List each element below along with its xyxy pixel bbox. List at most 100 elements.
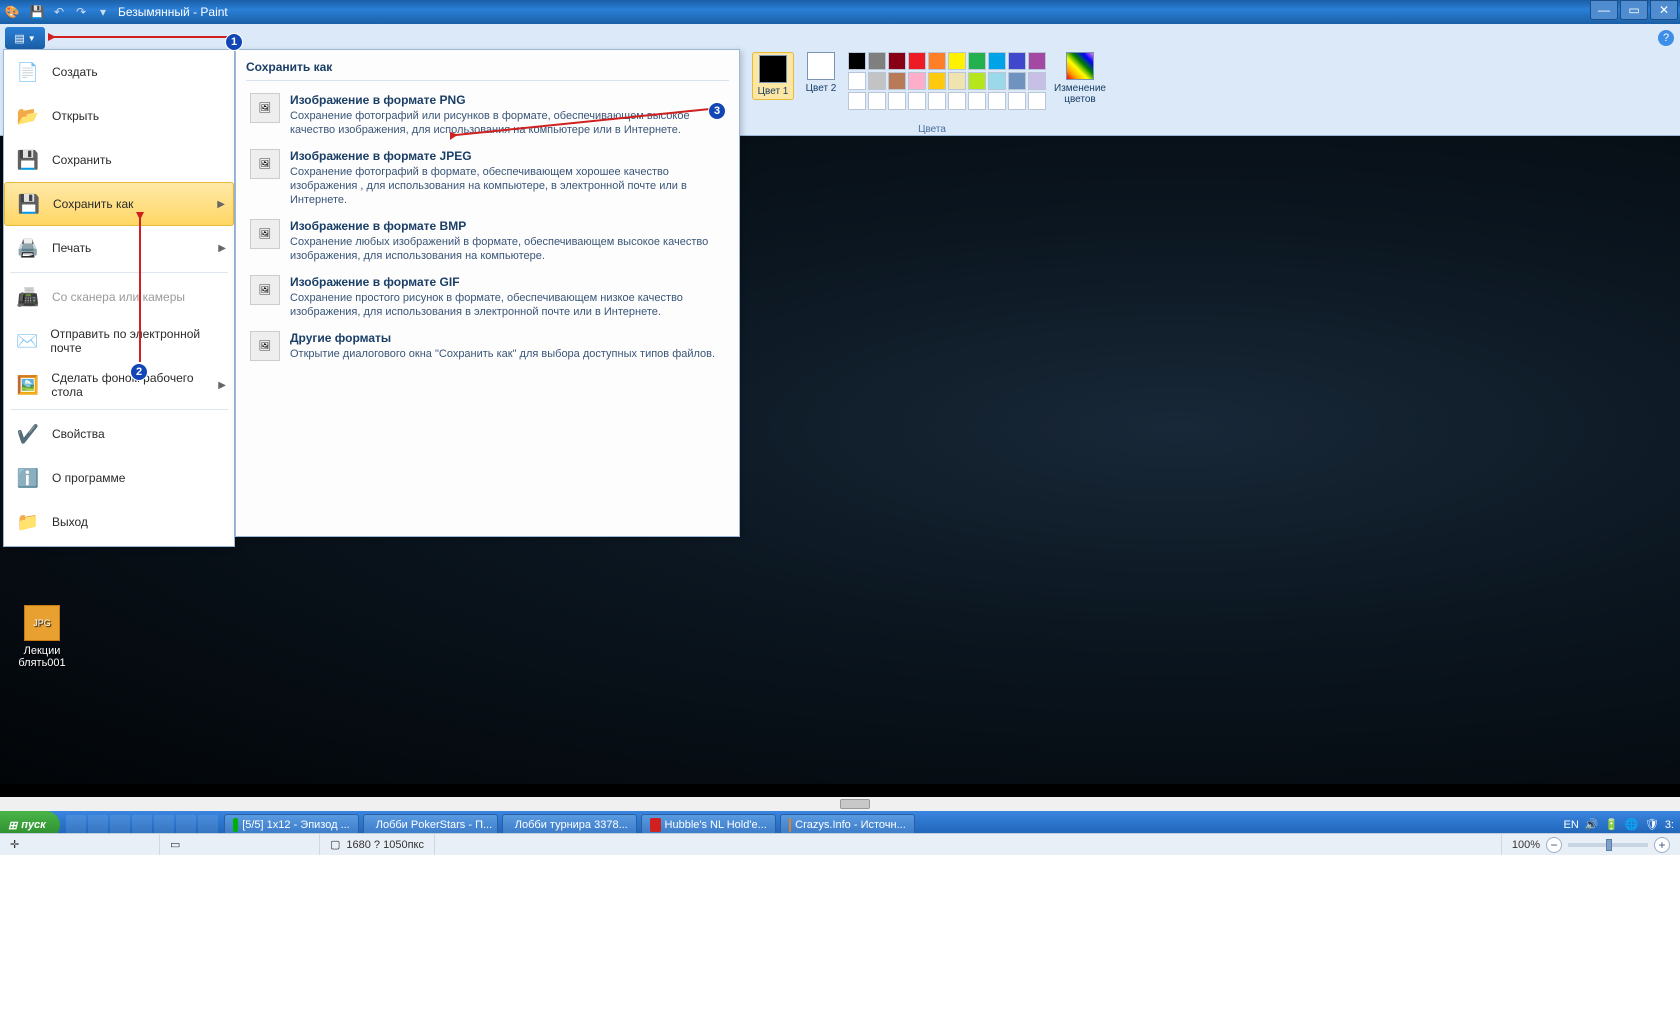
desktop-file[interactable]: JPG Лекции блять001 — [12, 605, 72, 669]
taskbar-app-icon — [789, 818, 791, 832]
qat-save-icon[interactable]: 💾 — [28, 3, 46, 21]
save-as-format-item[interactable]: 🖼Изображение в формате JPEGСохранение фо… — [246, 143, 729, 213]
submenu-title: Сохранить как — [246, 60, 729, 81]
menu-item-label: О программе — [52, 471, 125, 485]
scrollbar-thumb[interactable] — [840, 799, 870, 809]
ql-icon[interactable] — [110, 815, 130, 835]
color-swatch[interactable] — [908, 92, 926, 110]
color-swatch[interactable] — [868, 92, 886, 110]
color-swatch[interactable] — [928, 92, 946, 110]
color-swatch[interactable] — [1028, 72, 1046, 90]
minimize-button[interactable]: — — [1590, 0, 1618, 20]
file-menu-item[interactable]: ℹ️О программе — [4, 456, 234, 500]
save-as-format-item[interactable]: 🖼Изображение в формате PNGСохранение фот… — [246, 87, 729, 143]
format-description: Сохранение фотографий или рисунков в фор… — [290, 109, 725, 137]
taskbar-app-icon — [650, 818, 661, 832]
color-swatch[interactable] — [888, 52, 906, 70]
file-menu-item[interactable]: ✉️Отправить по электронной почте — [4, 319, 234, 363]
color-swatch[interactable] — [888, 72, 906, 90]
zoom-slider[interactable] — [1568, 843, 1648, 847]
color1-button[interactable]: Цвет 1 — [752, 52, 794, 100]
menu-item-icon: ✉️ — [14, 327, 40, 355]
color-swatch[interactable] — [1008, 72, 1026, 90]
color2-button[interactable]: Цвет 2 — [800, 52, 842, 94]
ql-icon[interactable] — [198, 815, 218, 835]
taskbar-app-icon — [233, 818, 238, 832]
format-description: Открытие диалогового окна "Сохранить как… — [290, 347, 715, 361]
color-swatch[interactable] — [988, 72, 1006, 90]
qat-undo-icon[interactable]: ↶ — [50, 3, 68, 21]
color2-swatch — [807, 52, 835, 80]
callout-2: 2 — [130, 363, 148, 381]
color-swatch[interactable] — [948, 52, 966, 70]
color-swatch[interactable] — [1028, 52, 1046, 70]
menu-item-label: Открыть — [52, 109, 99, 123]
save-as-format-item[interactable]: 🖼Другие форматыОткрытие диалогового окна… — [246, 325, 729, 367]
save-as-format-item[interactable]: 🖼Изображение в формате GIFСохранение про… — [246, 269, 729, 325]
ql-icon[interactable] — [176, 815, 196, 835]
color-swatch[interactable] — [868, 72, 886, 90]
color-swatch[interactable] — [948, 72, 966, 90]
color-swatch[interactable] — [928, 72, 946, 90]
status-bar: ✛ ▭ ▢ 1680 ? 1050пкс 100% − + — [0, 833, 1680, 855]
ql-icon[interactable] — [154, 815, 174, 835]
format-description: Сохранение простого рисунок в формате, о… — [290, 291, 725, 319]
qat-redo-icon[interactable]: ↷ — [72, 3, 90, 21]
save-as-format-item[interactable]: 🖼Изображение в формате BMPСохранение люб… — [246, 213, 729, 269]
ql-icon[interactable] — [88, 815, 108, 835]
color-swatch[interactable] — [928, 52, 946, 70]
ql-icon[interactable] — [132, 815, 152, 835]
zoom-out-button[interactable]: − — [1546, 837, 1562, 853]
color-swatch[interactable] — [848, 92, 866, 110]
color-swatch[interactable] — [968, 92, 986, 110]
file-menu-button[interactable]: ▤▼ — [5, 27, 45, 49]
tray-icon[interactable]: 🔊 — [1585, 818, 1599, 832]
color-swatch[interactable] — [1028, 92, 1046, 110]
zoom-control: 100% − + — [1502, 837, 1680, 853]
file-menu-item[interactable]: ✔️Свойства — [4, 412, 234, 456]
zoom-in-button[interactable]: + — [1654, 837, 1670, 853]
clock[interactable]: 3: — [1665, 819, 1674, 831]
zoom-slider-thumb[interactable] — [1606, 839, 1612, 851]
tray-icon[interactable]: 🛡 — [1645, 818, 1659, 832]
ql-icon[interactable] — [66, 815, 86, 835]
menu-item-label: Выход — [52, 515, 88, 529]
edit-colors-button[interactable]: Изменение цветов — [1056, 52, 1104, 105]
file-menu-item[interactable]: 📁Выход — [4, 500, 234, 544]
color-swatch[interactable] — [868, 52, 886, 70]
file-menu-item[interactable]: 💾 Сохранить — [4, 138, 234, 182]
color-swatch[interactable] — [988, 52, 1006, 70]
color-swatch[interactable] — [848, 52, 866, 70]
maximize-button[interactable]: ▭ — [1620, 0, 1648, 20]
close-button[interactable]: ✕ — [1650, 0, 1678, 20]
qat-customize-icon[interactable]: ▾ — [94, 3, 112, 21]
color-swatch[interactable] — [888, 92, 906, 110]
edit-colors-label: Изменение цветов — [1054, 83, 1106, 105]
color-swatch[interactable] — [968, 72, 986, 90]
file-menu-item[interactable]: 📄Создать — [4, 50, 234, 94]
menu-item-icon: 💾 — [14, 146, 42, 174]
zoom-value: 100% — [1512, 839, 1540, 851]
file-menu-item[interactable]: 💾Сохранить как▶ — [4, 182, 234, 226]
file-menu-item[interactable]: 🖼️Сделать фоном рабочего стола▶ — [4, 363, 234, 407]
format-description: Сохранение фотографий в формате, обеспеч… — [290, 165, 725, 207]
color-swatch[interactable] — [848, 72, 866, 90]
selection-size: ▭ — [160, 834, 320, 855]
horizontal-scrollbar[interactable] — [0, 797, 1680, 811]
color-swatch[interactable] — [968, 52, 986, 70]
file-menu-item[interactable]: 📂Открыть — [4, 94, 234, 138]
menu-item-label: Сохранить — [52, 153, 112, 167]
color-swatch[interactable] — [948, 92, 966, 110]
language-indicator[interactable]: EN — [1564, 819, 1579, 831]
colors-group: Цвет 1 Цвет 2 Изменение цветов — [752, 52, 1104, 110]
tray-icon[interactable]: 🌐 — [1625, 818, 1639, 832]
color-swatch[interactable] — [908, 72, 926, 90]
help-button[interactable]: ? — [1658, 30, 1674, 46]
file-menu-item[interactable]: 🖨️Печать▶ — [4, 226, 234, 270]
color-swatch[interactable] — [1008, 92, 1026, 110]
color1-label: Цвет 1 — [758, 86, 789, 97]
color-swatch[interactable] — [908, 52, 926, 70]
tray-icon[interactable]: 🔋 — [1605, 818, 1619, 832]
color-swatch[interactable] — [1008, 52, 1026, 70]
color-swatch[interactable] — [988, 92, 1006, 110]
